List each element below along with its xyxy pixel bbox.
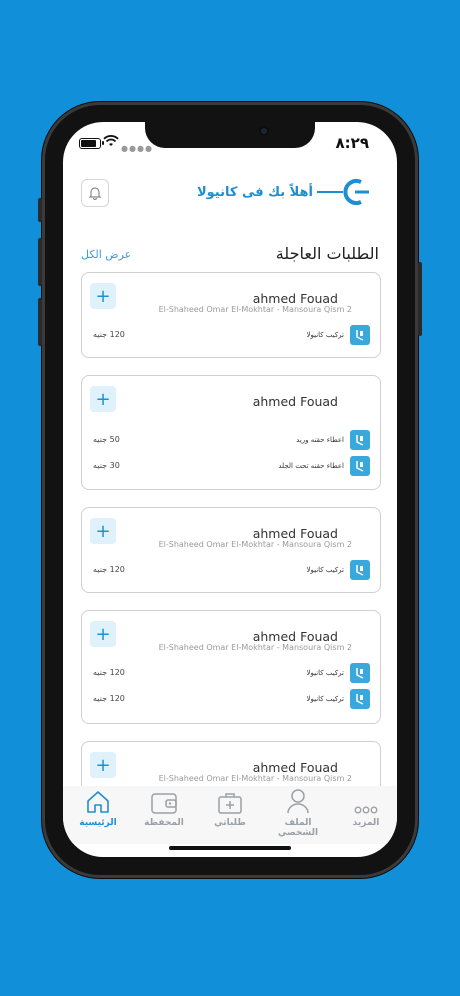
service-price: 120 جنيه <box>93 668 125 677</box>
mute-switch <box>38 198 42 222</box>
volume-down-button <box>38 298 42 346</box>
cannula-service-icon <box>350 689 370 709</box>
tab-my-requests[interactable]: طلباتي <box>199 786 261 828</box>
tab-label: المزيد <box>352 818 380 828</box>
patient-name: ahmed Fouad <box>252 394 338 409</box>
tab-label: الملف الشخصي <box>277 818 319 838</box>
home-icon <box>87 791 109 813</box>
tab-label: الرئيسية <box>79 818 117 828</box>
service-price: 50 جنيه <box>93 435 120 444</box>
request-card[interactable]: + ahmed Fouad El-Shaheed Omar El-Mokhtar… <box>81 272 381 358</box>
tab-profile[interactable]: الملف الشخصي <box>267 786 329 838</box>
power-button <box>418 262 422 336</box>
wifi-icon <box>103 135 119 146</box>
home-indicator <box>169 846 291 850</box>
request-card[interactable]: + ahmed Fouad اعطاء حقنه وريد 50 جنيه اع… <box>81 375 381 490</box>
volume-up-button <box>38 238 42 286</box>
welcome-text: أهلاً بك فى كانيولا <box>196 185 313 200</box>
tab-wallet[interactable]: المحفظة <box>133 786 195 828</box>
medical-bag-icon <box>218 793 242 814</box>
patient-name: ahmed Fouad <box>252 291 338 306</box>
plus-icon: + <box>95 623 111 645</box>
service-name: تركيب كانيولا <box>306 695 345 703</box>
tab-label: طلباتي <box>214 818 246 828</box>
service-name: تركيب كانيولا <box>306 566 345 574</box>
service-row: اعطاء حقنه وريد 50 جنيه <box>82 430 380 452</box>
injection-service-icon <box>350 430 370 450</box>
patient-address: El-Shaheed Omar El-Mokhtar - Mansoura Qi… <box>158 540 352 549</box>
plus-icon: + <box>95 285 111 307</box>
battery-icon <box>79 138 101 149</box>
cannula-service-icon <box>350 325 370 345</box>
accept-request-button[interactable]: + <box>90 621 116 647</box>
cannula-service-icon <box>350 560 370 580</box>
accept-request-button[interactable]: + <box>90 386 116 412</box>
service-price: 120 جنيه <box>93 694 125 703</box>
request-card[interactable]: + ahmed Fouad El-Shaheed Omar El-Mokhtar… <box>81 507 381 593</box>
user-icon <box>287 789 309 814</box>
urgent-requests-title: الطلبات العاجلة <box>275 244 379 263</box>
service-row: اعطاء حقنه تحت الجلد 30 جنيه <box>82 456 380 478</box>
signal-dots-icon: ●●●● <box>121 144 153 153</box>
cannula-service-icon <box>350 663 370 683</box>
service-row: تركيب كانيولا 120 جنيه <box>82 689 380 711</box>
notch <box>145 122 315 148</box>
app-header: أهلاً بك فى كانيولا <box>63 177 397 213</box>
bell-icon <box>88 187 102 200</box>
patient-name: ahmed Fouad <box>252 526 338 541</box>
service-name: اعطاء حقنه تحت الجلد <box>278 462 344 470</box>
patient-address: El-Shaheed Omar El-Mokhtar - Mansoura Qi… <box>158 643 352 652</box>
patient-name: ahmed Fouad <box>252 760 338 775</box>
service-price: 30 جنيه <box>93 461 120 470</box>
front-camera <box>259 126 269 136</box>
service-name: تركيب كانيولا <box>306 331 345 339</box>
tab-home[interactable]: الرئيسية <box>67 786 129 828</box>
app-screen: ●●●● ٨:٢٩ أهلاً بك فى كانيولا الطلبات ال… <box>63 122 397 857</box>
service-row: تركيب كانيولا 120 جنيه <box>82 560 380 582</box>
patient-address: El-Shaheed Omar El-Mokhtar - Mansoura Qi… <box>158 774 352 783</box>
patient-name: ahmed Fouad <box>252 629 338 644</box>
plus-icon: + <box>95 388 111 410</box>
request-card[interactable]: + ahmed Fouad El-Shaheed Omar El-Mokhtar… <box>81 610 381 724</box>
accept-request-button[interactable]: + <box>90 752 116 778</box>
status-time: ٨:٢٩ <box>335 134 369 152</box>
notifications-button[interactable] <box>81 179 109 207</box>
plus-icon: + <box>95 520 111 542</box>
service-price: 120 جنيه <box>93 330 125 339</box>
injection-service-icon <box>350 456 370 476</box>
service-price: 120 جنيه <box>93 565 125 574</box>
more-icon <box>354 806 378 814</box>
accept-request-button[interactable]: + <box>90 283 116 309</box>
tab-label: المحفظة <box>144 818 184 828</box>
service-name: تركيب كانيولا <box>306 669 345 677</box>
cannula-logo-icon <box>317 179 369 205</box>
service-row: تركيب كانيولا 120 جنيه <box>82 325 380 347</box>
bottom-tab-bar: المزيد الملف الشخصي طلباتي المحفظة الرئي… <box>63 786 397 844</box>
wallet-icon <box>151 793 177 814</box>
patient-address: El-Shaheed Omar El-Mokhtar - Mansoura Qi… <box>158 305 352 314</box>
service-name: اعطاء حقنه وريد <box>296 436 344 444</box>
view-all-link[interactable]: عرض الكل <box>81 248 131 261</box>
accept-request-button[interactable]: + <box>90 518 116 544</box>
service-row: تركيب كانيولا 120 جنيه <box>82 663 380 685</box>
plus-icon: + <box>95 754 111 776</box>
tab-more[interactable]: المزيد <box>335 786 397 828</box>
